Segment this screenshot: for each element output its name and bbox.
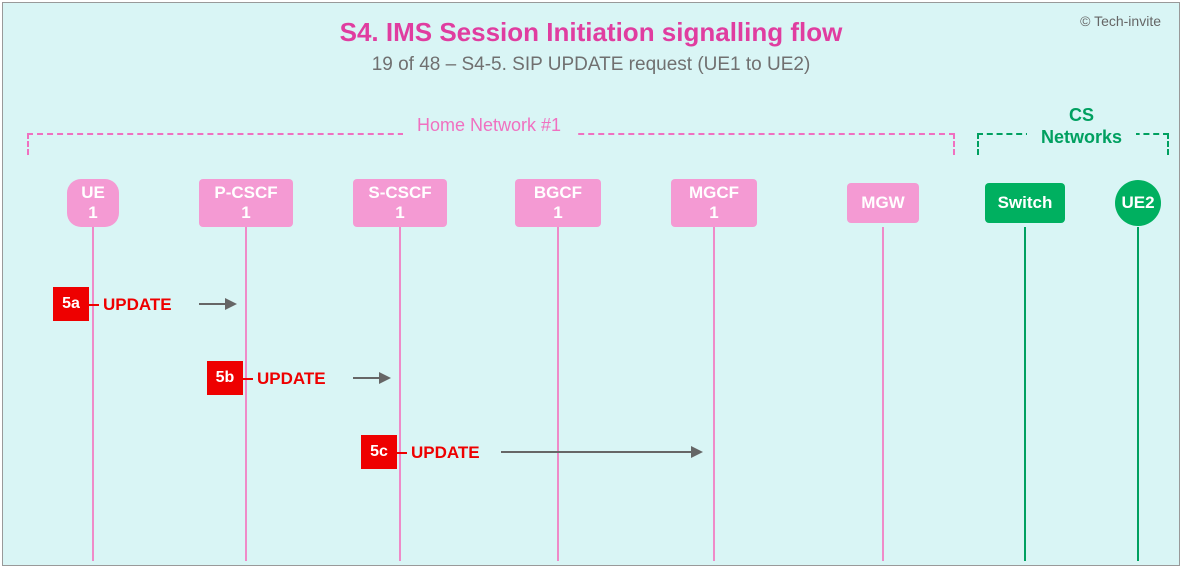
node-scscf: S-CSCF 1 [353, 179, 447, 227]
message-5a: UPDATE [103, 295, 172, 315]
node-pcscf-line2: 1 [241, 203, 250, 223]
diagram-title: S4. IMS Session Initiation signalling fl… [3, 3, 1179, 48]
lifeline-mgcf [713, 227, 715, 561]
lifeline-pcscf [245, 227, 247, 561]
lifeline-ue2 [1137, 227, 1139, 561]
node-mgcf-line1: MGCF [689, 183, 739, 203]
lifeline-scscf [399, 227, 401, 561]
lifeline-ue1 [92, 227, 94, 561]
home-network-bracket [27, 133, 955, 155]
node-mgw-line1: MGW [861, 193, 904, 213]
lifeline-mgw [882, 227, 884, 561]
node-ue1-line1: UE [81, 183, 105, 203]
node-bgcf-line2: 1 [553, 203, 562, 223]
node-scscf-line1: S-CSCF [368, 183, 431, 203]
home-network-label: Home Network #1 [403, 115, 575, 136]
node-mgw: MGW [847, 183, 919, 223]
node-pcscf-line1: P-CSCF [214, 183, 277, 203]
step-badge-5c: 5c [361, 435, 397, 469]
node-ue2-line1: UE2 [1121, 193, 1154, 213]
message-5c: UPDATE [411, 443, 480, 463]
lifeline-switch [1024, 227, 1026, 561]
diagram-subtitle: 19 of 48 – S4-5. SIP UPDATE request (UE1… [3, 48, 1179, 76]
step-badge-5b: 5b [207, 361, 243, 395]
node-switch: Switch [985, 183, 1065, 223]
node-mgcf: MGCF 1 [671, 179, 757, 227]
arrow-5a [199, 303, 235, 305]
step-badge-5a: 5a [53, 287, 89, 321]
cs-networks-label: CS Networks [1027, 105, 1136, 148]
node-mgcf-line2: 1 [709, 203, 718, 223]
node-pcscf: P-CSCF 1 [199, 179, 293, 227]
node-switch-line1: Switch [998, 193, 1053, 213]
node-ue1-line2: 1 [88, 203, 97, 223]
message-5b: UPDATE [257, 369, 326, 389]
arrow-5b [353, 377, 389, 379]
node-ue1: UE 1 [67, 179, 119, 227]
diagram-canvas: © Tech-invite S4. IMS Session Initiation… [2, 2, 1180, 566]
copyright-text: © Tech-invite [1080, 13, 1161, 29]
node-bgcf: BGCF 1 [515, 179, 601, 227]
node-bgcf-line1: BGCF [534, 183, 582, 203]
node-ue2: UE2 [1115, 180, 1161, 226]
lifeline-bgcf [557, 227, 559, 561]
node-scscf-line2: 1 [395, 203, 404, 223]
arrow-5c [501, 451, 701, 453]
